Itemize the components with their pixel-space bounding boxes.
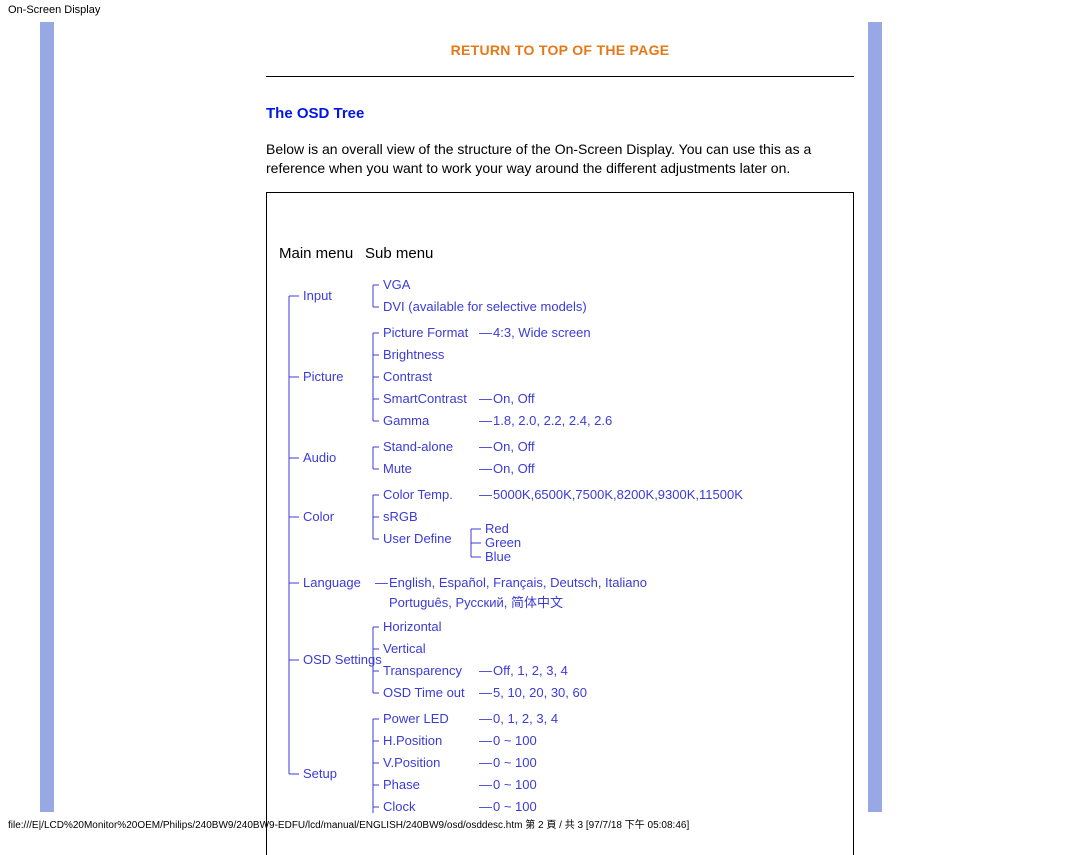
svg-text:On, Off: On, Off — [493, 391, 535, 406]
svg-text:—: — — [479, 413, 492, 428]
svg-text:Power LED: Power LED — [383, 711, 449, 726]
svg-text:0 ~ 100: 0 ~ 100 — [493, 799, 537, 813]
svg-text:Color: Color — [303, 509, 335, 524]
osd-tree-box: Main menu Sub menu VGA DVI (available for… — [266, 192, 854, 855]
svg-text:—: — — [479, 461, 492, 476]
svg-text:Audio: Audio — [303, 450, 336, 465]
svg-text:—: — — [479, 733, 492, 748]
svg-text:Stand-alone: Stand-alone — [383, 439, 453, 454]
svg-text:English, Español, Français, De: English, Español, Français, Deutsch, Ita… — [389, 575, 647, 590]
content-area: RETURN TO TOP OF THE PAGE The OSD Tree B… — [56, 22, 866, 855]
svg-text:—: — — [479, 663, 492, 678]
svg-text:Contrast: Contrast — [383, 369, 433, 384]
svg-text:OSD Settings: OSD Settings — [303, 652, 382, 667]
svg-text:5, 10, 20, 30, 60: 5, 10, 20, 30, 60 — [493, 685, 587, 700]
svg-text:Off, 1, 2, 3, 4: Off, 1, 2, 3, 4 — [493, 663, 568, 678]
svg-text:Gamma: Gamma — [383, 413, 430, 428]
svg-text:0 ~ 100: 0 ~ 100 — [493, 777, 537, 792]
svg-text:Green: Green — [485, 535, 521, 550]
column-header-main: Main menu — [279, 245, 353, 262]
svg-text:0, 1, 2, 3, 4: 0, 1, 2, 3, 4 — [493, 711, 558, 726]
separator-line — [266, 76, 854, 77]
svg-text:sRGB: sRGB — [383, 509, 418, 524]
svg-text:Blue: Blue — [485, 549, 511, 564]
page-margin-left — [40, 22, 54, 812]
svg-text:1.8, 2.0, 2.2, 2.4, 2.6: 1.8, 2.0, 2.2, 2.4, 2.6 — [493, 413, 612, 428]
svg-text:Red: Red — [485, 521, 509, 536]
svg-text:VGA: VGA — [383, 277, 411, 292]
svg-text:Picture Format: Picture Format — [383, 325, 469, 340]
svg-text:Português, Русский, 简体中文: Português, Русский, 简体中文 — [389, 595, 563, 610]
body-text: Below is an overall view of the structur… — [266, 140, 854, 178]
svg-text:H.Position: H.Position — [383, 733, 442, 748]
svg-text:SmartContrast: SmartContrast — [383, 391, 467, 406]
svg-text:Color Temp.: Color Temp. — [383, 487, 453, 502]
return-to-top-link[interactable]: RETURN TO TOP OF THE PAGE — [266, 42, 854, 58]
svg-text:Brightness: Brightness — [383, 347, 445, 362]
svg-text:—: — — [479, 487, 492, 502]
page-margin-right — [868, 22, 882, 812]
svg-text:Input: Input — [303, 288, 332, 303]
column-header-sub: Sub menu — [365, 245, 433, 262]
svg-text:—: — — [479, 777, 492, 792]
svg-text:OSD Time out: OSD Time out — [383, 685, 465, 700]
svg-text:—: — — [479, 685, 492, 700]
osd-tree-diagram: VGA DVI (available for selective models) I… — [279, 273, 839, 813]
svg-text:Language: Language — [303, 575, 361, 590]
svg-text:Phase: Phase — [383, 777, 420, 792]
svg-text:Clock: Clock — [383, 799, 416, 813]
svg-text:On, Off: On, Off — [493, 439, 535, 454]
svg-text:0 ~ 100: 0 ~ 100 — [493, 733, 537, 748]
svg-text:0 ~ 100: 0 ~ 100 — [493, 755, 537, 770]
svg-text:Mute: Mute — [383, 461, 412, 476]
svg-text:Transparency: Transparency — [383, 663, 462, 678]
svg-text:Horizontal: Horizontal — [383, 619, 442, 634]
footer-path: file:///E|/LCD%20Monitor%20OEM/Philips/2… — [8, 816, 689, 831]
section-title: The OSD Tree — [266, 105, 854, 122]
svg-text:5000K,6500K,7500K,8200K,9300K,: 5000K,6500K,7500K,8200K,9300K,11500K — [493, 487, 743, 502]
svg-text:Picture: Picture — [303, 369, 343, 384]
svg-text:Vertical: Vertical — [383, 641, 426, 656]
svg-text:—: — — [479, 711, 492, 726]
svg-text:User Define: User Define — [383, 531, 452, 546]
svg-text:On, Off: On, Off — [493, 461, 535, 476]
svg-text:Setup: Setup — [303, 766, 337, 781]
svg-text:—: — — [375, 575, 388, 590]
svg-text:—: — — [479, 391, 492, 406]
svg-text:—: — — [479, 799, 492, 813]
svg-text:—: — — [479, 439, 492, 454]
svg-text:V.Position: V.Position — [383, 755, 440, 770]
svg-text:DVI (available for selective m: DVI (available for selective models) — [383, 299, 587, 314]
svg-text:—: — — [479, 325, 492, 340]
page-header: On-Screen Display — [0, 0, 1080, 18]
svg-text:—: — — [479, 755, 492, 770]
svg-text:4:3, Wide screen: 4:3, Wide screen — [493, 325, 591, 340]
